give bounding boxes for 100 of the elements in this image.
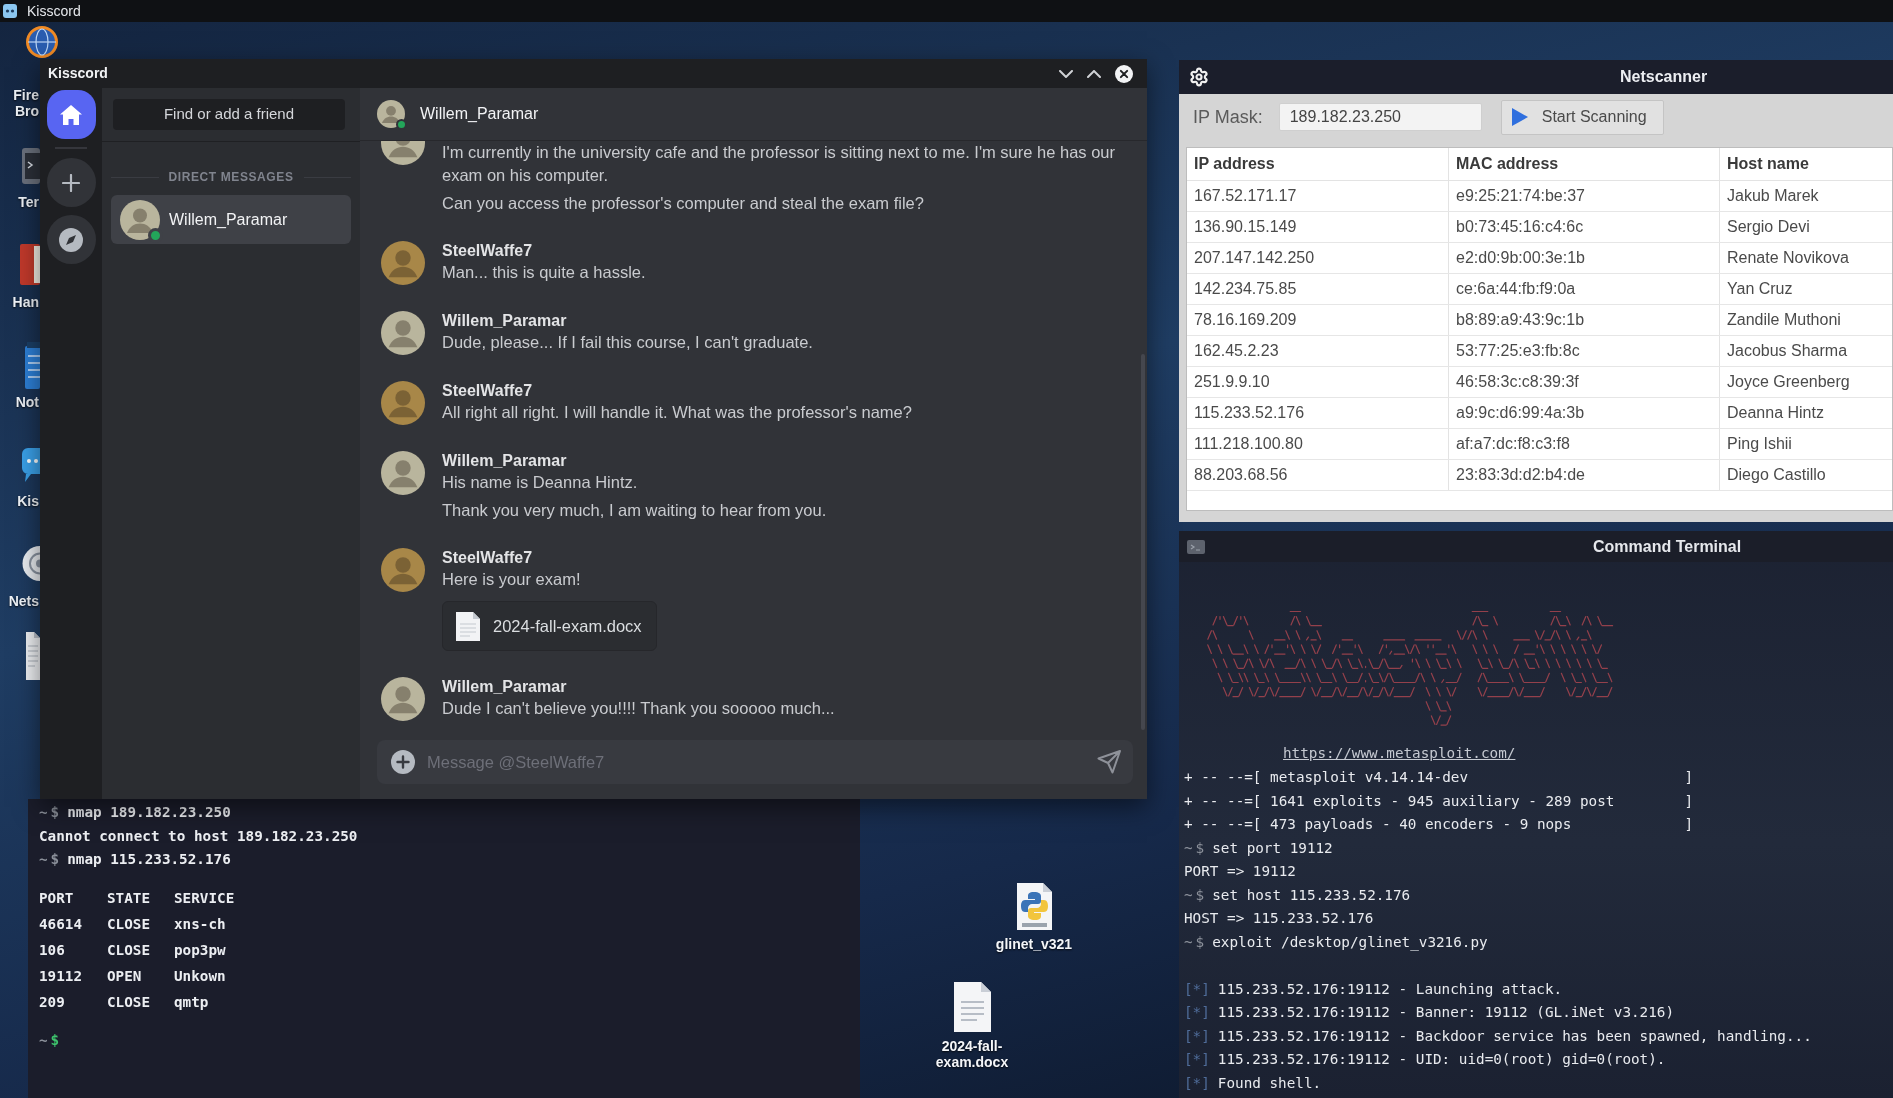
table-cell: OPEN	[107, 968, 142, 985]
desktop-icon-label[interactable]: Not	[0, 394, 40, 410]
command-text: nmap 189.182.23.250	[67, 803, 231, 823]
file-label[interactable]: 2024-fall-exam.docx	[932, 1038, 1012, 1070]
window-title: Command Terminal	[1593, 536, 1742, 557]
ip-mask-field[interactable]: 189.182.23.250	[1278, 103, 1482, 131]
banner-text: + -- --=[ 1641 exploits - 945 auxiliary - 289 post	[1184, 791, 1615, 811]
table-cell-text: 167.52.171.17	[1194, 185, 1297, 206]
book-icon[interactable]	[20, 244, 40, 285]
table-cell-text: Zandile Muthoni	[1727, 309, 1841, 330]
add-server-button[interactable]	[46, 158, 96, 207]
play-icon	[1511, 108, 1528, 126]
desktop-icon-label[interactable]: Nets	[0, 593, 40, 609]
close-icon[interactable]	[1115, 64, 1133, 83]
home-icon	[60, 104, 82, 125]
column-header: Host name	[1727, 153, 1809, 174]
desktop-icon-label[interactable]: Fire Bro	[0, 87, 40, 119]
message-text: Here is your exam!	[442, 569, 582, 590]
shell-prompt: ~ $	[1184, 885, 1205, 905]
document-icon[interactable]	[953, 982, 991, 1032]
status-tag: [*]	[1184, 1002, 1210, 1024]
globe-icon[interactable]	[24, 26, 60, 58]
home-button[interactable]	[46, 90, 96, 139]
command-text: nmap 115.233.52.176	[67, 850, 231, 870]
file-label[interactable]: glinet_v321	[995, 936, 1073, 952]
table-cell: CLOSE	[107, 994, 151, 1011]
chevron-down-icon[interactable]	[1059, 69, 1073, 78]
desktop-icon-label[interactable]: Ter	[0, 194, 40, 210]
chat-title: Willem_Paramar	[420, 104, 539, 124]
table-cell-text: Jacobus Sharma	[1727, 340, 1848, 361]
message-input[interactable]: Message @SteelWaffe7	[427, 747, 1087, 777]
table-cell-text: 251.9.9.10	[1194, 371, 1270, 392]
shell-prompt: ~ $	[1184, 932, 1205, 952]
banner-bracket: ]	[1684, 791, 1693, 811]
column-header: PORT	[39, 890, 74, 907]
column-header: STATE	[107, 890, 151, 907]
explore-button[interactable]	[46, 215, 96, 264]
python-file-icon[interactable]	[1016, 883, 1052, 930]
table-cell-text: 115.233.52.176	[1194, 402, 1305, 423]
terminal-icon[interactable]	[1187, 539, 1205, 554]
chevron-up-icon[interactable]	[1087, 69, 1101, 78]
table-cell-text: a9:9c:d6:99:4a:3b	[1456, 402, 1585, 423]
dm-list-item[interactable]: Willem_Paramar	[111, 195, 351, 244]
field-label: IP Mask:	[1193, 105, 1263, 129]
banner-text: + -- --=[ metasploit v4.14.14-dev	[1184, 768, 1469, 788]
start-scanning-button[interactable]: Start Scanning	[1500, 99, 1664, 135]
document-icon	[456, 611, 480, 641]
message-author: SteelWaffe7	[442, 548, 534, 568]
output-text: Cannot connect to host 189.182.23.250	[39, 826, 358, 846]
shell-prompt: ~ $	[39, 850, 60, 870]
shell-prompt: ~ $	[39, 1031, 60, 1051]
table-cell-text: Jakub Marek	[1727, 185, 1819, 206]
plus-circle-icon[interactable]	[391, 750, 415, 774]
terminal-icon[interactable]	[22, 148, 40, 184]
message-author: Willem_Paramar	[442, 677, 568, 697]
table-cell: CLOSE	[107, 942, 151, 959]
table-cell-text: 162.45.2.23	[1194, 340, 1279, 361]
table-cell-text: 23:83:3d:d2:b4:de	[1456, 464, 1585, 485]
message-author: SteelWaffe7	[442, 241, 534, 261]
message-text: Dude I can't believe you!!!! Thank you sooooo much...	[442, 698, 836, 719]
status-text: 115.233.52.176:19112 - Backdoor service has been spawned, handling...	[1217, 1026, 1812, 1046]
window-title: Kisscord	[48, 64, 108, 83]
shell-prompt: ~ $	[39, 803, 60, 823]
message-composer[interactable]: Message @SteelWaffe7	[377, 740, 1133, 784]
table-cell-text: Deanna Hintz	[1727, 402, 1824, 423]
table-cell-text: e9:25:21:74:be:37	[1456, 185, 1585, 206]
document-icon[interactable]	[26, 632, 40, 680]
command-text: exploit /desktop/glinet_v3216.py	[1212, 932, 1488, 953]
output-text: PORT => 19112	[1184, 862, 1296, 882]
message-author: Willem_Paramar	[442, 311, 568, 331]
notepad-icon[interactable]	[25, 342, 40, 389]
message-text: All right all right. I will handle it. What was the professor's name?	[442, 402, 913, 423]
output-text: HOST => 115.233.52.176	[1184, 909, 1374, 929]
gear-icon[interactable]	[1189, 67, 1209, 87]
message-text: Thank you very much, I am waiting to hear from you.	[442, 500, 828, 521]
table-cell-text: b0:73:45:16:c4:6c	[1456, 216, 1584, 237]
status-tag: [*]	[1184, 1049, 1210, 1071]
table-cell: xns-ch	[174, 916, 226, 933]
table-cell-text: e2:d0:9b:00:3e:1b	[1456, 247, 1585, 268]
status-tag: [*]	[1184, 1025, 1210, 1047]
table-cell-text: 53:77:25:e3:fb:8c	[1456, 340, 1580, 361]
status-text: 115.233.52.176:19112 - UID: uid=0(root) gid=0(root).	[1217, 1050, 1666, 1070]
table-cell: qmtp	[174, 994, 209, 1011]
desktop-icon-label[interactable]: Kis	[0, 493, 40, 509]
table-cell: Unkown	[174, 968, 226, 985]
find-friend-button[interactable]: Find or add a friend	[113, 99, 345, 130]
chat-bubble-icon[interactable]	[22, 448, 40, 482]
file-attachment[interactable]: 2024-fall-exam.docx	[442, 601, 657, 651]
table-cell: 209	[39, 994, 65, 1011]
desktop-icon-label[interactable]: Han	[0, 294, 40, 310]
table-cell-text: 88.203.68.56	[1194, 464, 1288, 485]
message-text: Dude, please... If I fail this course, I can't graduate.	[442, 332, 814, 353]
table-cell-text: Yan Cruz	[1727, 278, 1793, 299]
message-text: His name is Deanna Hintz.	[442, 472, 639, 493]
app-title: Kisscord	[27, 1, 81, 21]
status-tag: [*]	[1184, 1072, 1210, 1094]
link-text[interactable]: https://www.metasploit.com/	[1283, 743, 1516, 765]
send-icon[interactable]	[1097, 750, 1121, 774]
table-cell-text: 136.90.15.149	[1194, 216, 1297, 237]
table-cell: CLOSE	[107, 916, 151, 933]
